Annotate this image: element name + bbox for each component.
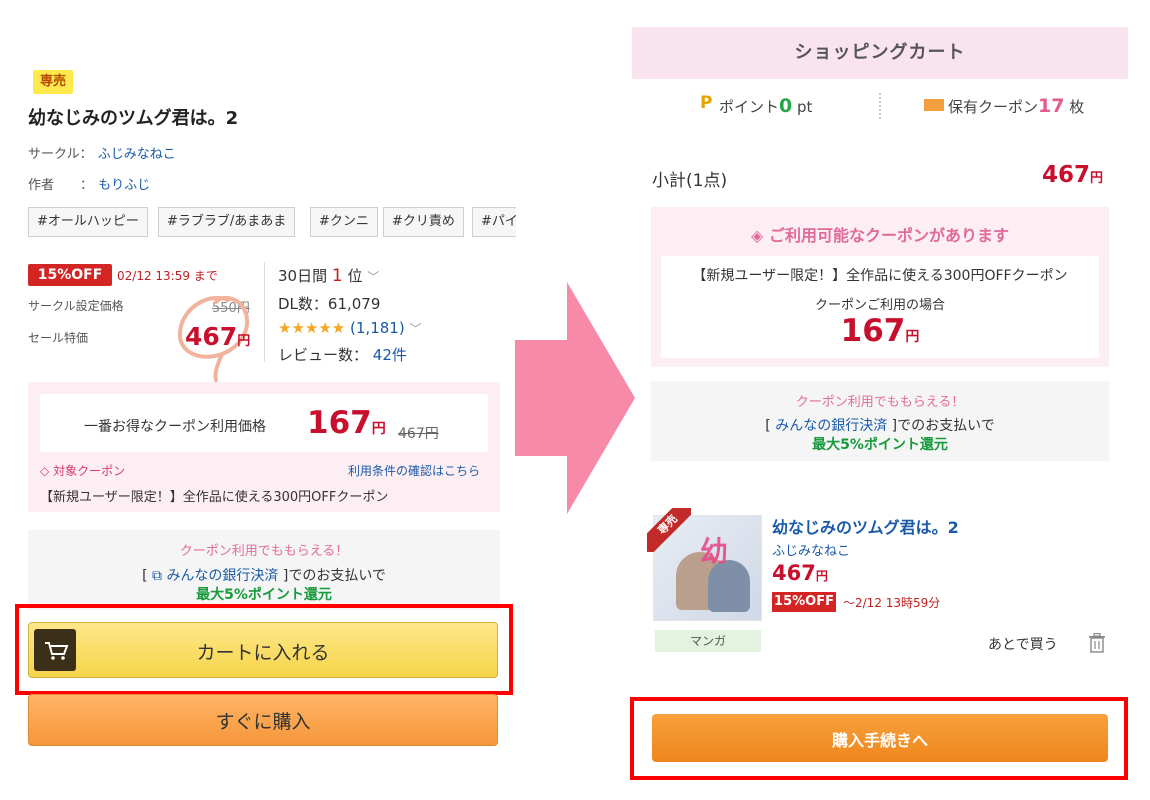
genre-tag-list: #オールハッピー #ラブラブ/あまあま #クンニ #クリ責め #パイ <box>28 207 516 239</box>
rating-count: (1,181) <box>350 319 405 337</box>
exclusive-badge: 専売 <box>33 70 73 94</box>
discount-badge: 15%OFF <box>772 592 836 612</box>
sale-price-label: セール特価 <box>28 331 89 345</box>
save-for-later-button[interactable]: あとで買う <box>988 634 1058 654</box>
points-balance: ポイント0 pt <box>719 95 813 117</box>
genre-tag[interactable]: #オールハッピー <box>28 207 148 237</box>
cover-title-art: 幼 <box>700 535 729 568</box>
bank-promo-line: [ ⧉ みんなの銀行決済 ]でのお支払いで <box>142 568 386 584</box>
coupon-description: 【新規ユーザー限定！】全作品に使える300円OFFクーポン <box>40 490 389 505</box>
bank-promo-line: [ みんなの銀行決済 ]でのお支払いで <box>765 418 995 434</box>
stats-divider <box>264 262 265 362</box>
review-row: レビュー数： 42件 <box>278 346 407 364</box>
trash-icon[interactable] <box>1088 633 1106 653</box>
coupon-use-label: クーポンご利用の場合 <box>814 298 945 313</box>
coupon-price-label: 一番お得なクーポン利用価格 <box>84 419 266 435</box>
subtotal-label: 小計(1点) <box>652 171 728 191</box>
cart-item-circle[interactable]: ふじみなねこ <box>772 540 850 559</box>
genre-tag[interactable]: #ラブラブ/あまあま <box>158 207 296 237</box>
cart-item-price: 467円 <box>772 561 828 585</box>
target-coupon: ◇ 対象クーポン <box>40 464 126 478</box>
bank-promo-heading: クーポン利用でももらえる！ <box>179 544 349 559</box>
chevron-down-icon: ﹀ <box>367 270 380 284</box>
coupon-price: 167円 <box>307 405 386 441</box>
coupon-balance[interactable]: 保有クーポン17 枚 <box>948 95 1084 117</box>
coupon-tag-icon: ◈ <box>751 226 764 245</box>
coupon-description: 【新規ユーザー限定！】全作品に使える300円OFFクーポン <box>692 268 1068 284</box>
exclusive-corner-badge: 専売 <box>647 508 691 552</box>
sale-deadline: ～2/12 13時59分 <box>843 596 941 610</box>
coupon-original-price: 467円 <box>398 426 439 442</box>
external-link-icon: ⧉ <box>151 568 162 584</box>
rating[interactable]: ★★★★★ (1,181) ﹀ <box>278 319 421 337</box>
product-title: 幼なじみのツムグ君は。2 <box>28 108 239 129</box>
circle-label: サークル： <box>28 147 93 162</box>
terms-link[interactable]: 利用条件の確認はこちら <box>348 462 480 479</box>
list-price-label: サークル設定価格 <box>28 299 124 313</box>
circle-link[interactable]: ふじみなねこ <box>98 147 176 162</box>
subtotal-value: 467円 <box>1042 162 1104 188</box>
review-count-link[interactable]: 42件 <box>373 346 407 364</box>
download-count: DL数：61,079 <box>278 295 381 313</box>
rating-stars: ★★★★★ <box>278 319 346 337</box>
header-divider <box>879 93 881 119</box>
bank-link[interactable]: みんなの銀行決済 <box>775 418 887 434</box>
bank-reward: 最大5%ポイント還元 <box>196 587 332 603</box>
genre-tag[interactable]: #クリ責め <box>383 207 464 237</box>
author-row: 作者 ： もりふじ <box>28 174 150 193</box>
coupon-price: 167円 <box>840 313 920 349</box>
coupon-tag-icon: ◇ <box>40 464 50 478</box>
chevron-down-icon: ﹀ <box>409 322 422 336</box>
checkout-label: 購入手続きへ <box>831 731 928 750</box>
coupon-available-heading[interactable]: ◈ ご利用可能なクーポンがあります <box>651 222 1109 246</box>
genre-tag[interactable]: #クンニ <box>310 207 378 237</box>
bank-link[interactable]: みんなの銀行決済 <box>166 568 278 584</box>
transition-arrow <box>515 282 635 514</box>
add-to-cart-label: カートに入れる <box>196 642 330 664</box>
category-tag: マンガ <box>655 630 761 652</box>
sale-price: 467円 <box>185 322 251 351</box>
bank-promo-heading: クーポン利用でももらえる！ <box>795 395 965 410</box>
discount-badge: 15%OFF <box>28 264 112 286</box>
author-label: 作者 ： <box>28 178 94 193</box>
cart-header: ショッピングカート <box>632 27 1128 79</box>
genre-tag[interactable]: #パイ <box>472 207 516 237</box>
buy-now-label: すぐに購入 <box>215 711 311 733</box>
ranking[interactable]: 30日間 1 位 ﹀ <box>278 265 379 286</box>
cart-item-title[interactable]: 幼なじみのツムグ君は。2 <box>772 514 959 538</box>
ticket-icon <box>924 99 944 111</box>
points-icon: P <box>700 93 713 113</box>
author-link[interactable]: もりふじ <box>98 178 150 193</box>
circle-row: サークル： ふじみなねこ <box>28 143 176 162</box>
bank-reward: 最大5%ポイント還元 <box>812 437 948 453</box>
